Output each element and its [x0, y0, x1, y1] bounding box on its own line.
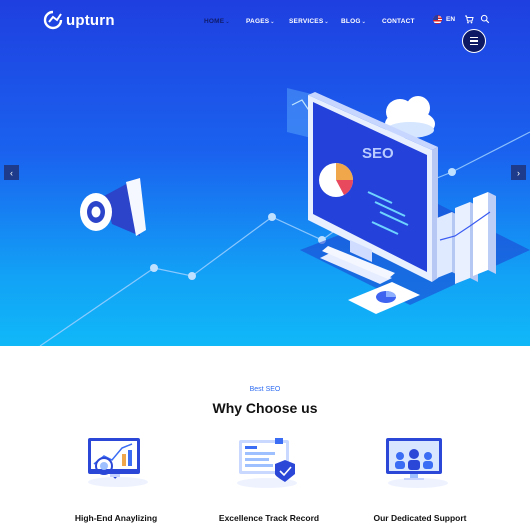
nav-item-pages[interactable]: PAGES⌄: [246, 18, 275, 25]
chevron-right-icon: ›: [517, 167, 520, 178]
megaphone-icon: [80, 178, 146, 236]
nav-label: CONTACT: [382, 18, 415, 25]
us-flag-icon: [433, 15, 442, 24]
chevron-left-icon: ‹: [10, 167, 13, 178]
nav-item-home[interactable]: HOME⌄: [204, 18, 230, 25]
nav-item-blog[interactable]: BLOG⌄: [341, 18, 366, 25]
chevron-down-icon: ⌄: [270, 19, 275, 25]
slider-prev-button[interactable]: ‹: [4, 165, 19, 180]
chevron-down-icon: ⌄: [324, 19, 329, 25]
support-icon: [386, 438, 448, 488]
nav-item-services[interactable]: SERVICES⌄: [289, 18, 329, 25]
chevron-down-icon: ⌄: [361, 19, 366, 25]
nav-item-contact[interactable]: CONTACT: [382, 18, 415, 25]
section-eyebrow: Best SEO: [249, 386, 281, 393]
nav-label: PAGES: [246, 18, 270, 25]
feature-title-analyzing: High-End Anaylizing: [74, 513, 158, 523]
feature-card-track-record: [185, 430, 345, 490]
nav-label: HOME: [204, 18, 225, 25]
feature-card-support: [336, 430, 496, 490]
feature-card-analyzing: [36, 430, 196, 490]
slider-next-button[interactable]: ›: [511, 165, 526, 180]
menu-toggle-button[interactable]: [462, 29, 486, 53]
search-icon[interactable]: [480, 14, 490, 24]
seo-illustration: SEO: [39, 88, 530, 346]
nav-label: SERVICES: [289, 18, 324, 25]
language-selector[interactable]: EN: [433, 15, 455, 24]
track-record-icon: [237, 438, 297, 488]
section-title: Why Choose us: [212, 400, 318, 416]
feature-title-support: Our Dedicated Support: [373, 513, 467, 523]
feature-title-track-record: Excellence Track Record: [218, 513, 320, 523]
chevron-down-icon: ⌄: [225, 19, 230, 25]
nav-label: BLOG: [341, 18, 361, 25]
analytics-icon: [88, 438, 148, 487]
hero-banner: SEO upturn HOME⌄ PAGES⌄ SERVICES⌄ BLOG⌄ …: [0, 0, 530, 346]
language-label: EN: [446, 16, 456, 23]
screen-seo-label: SEO: [362, 145, 394, 162]
hamburger-icon: [470, 36, 478, 46]
cart-icon[interactable]: [464, 14, 474, 24]
